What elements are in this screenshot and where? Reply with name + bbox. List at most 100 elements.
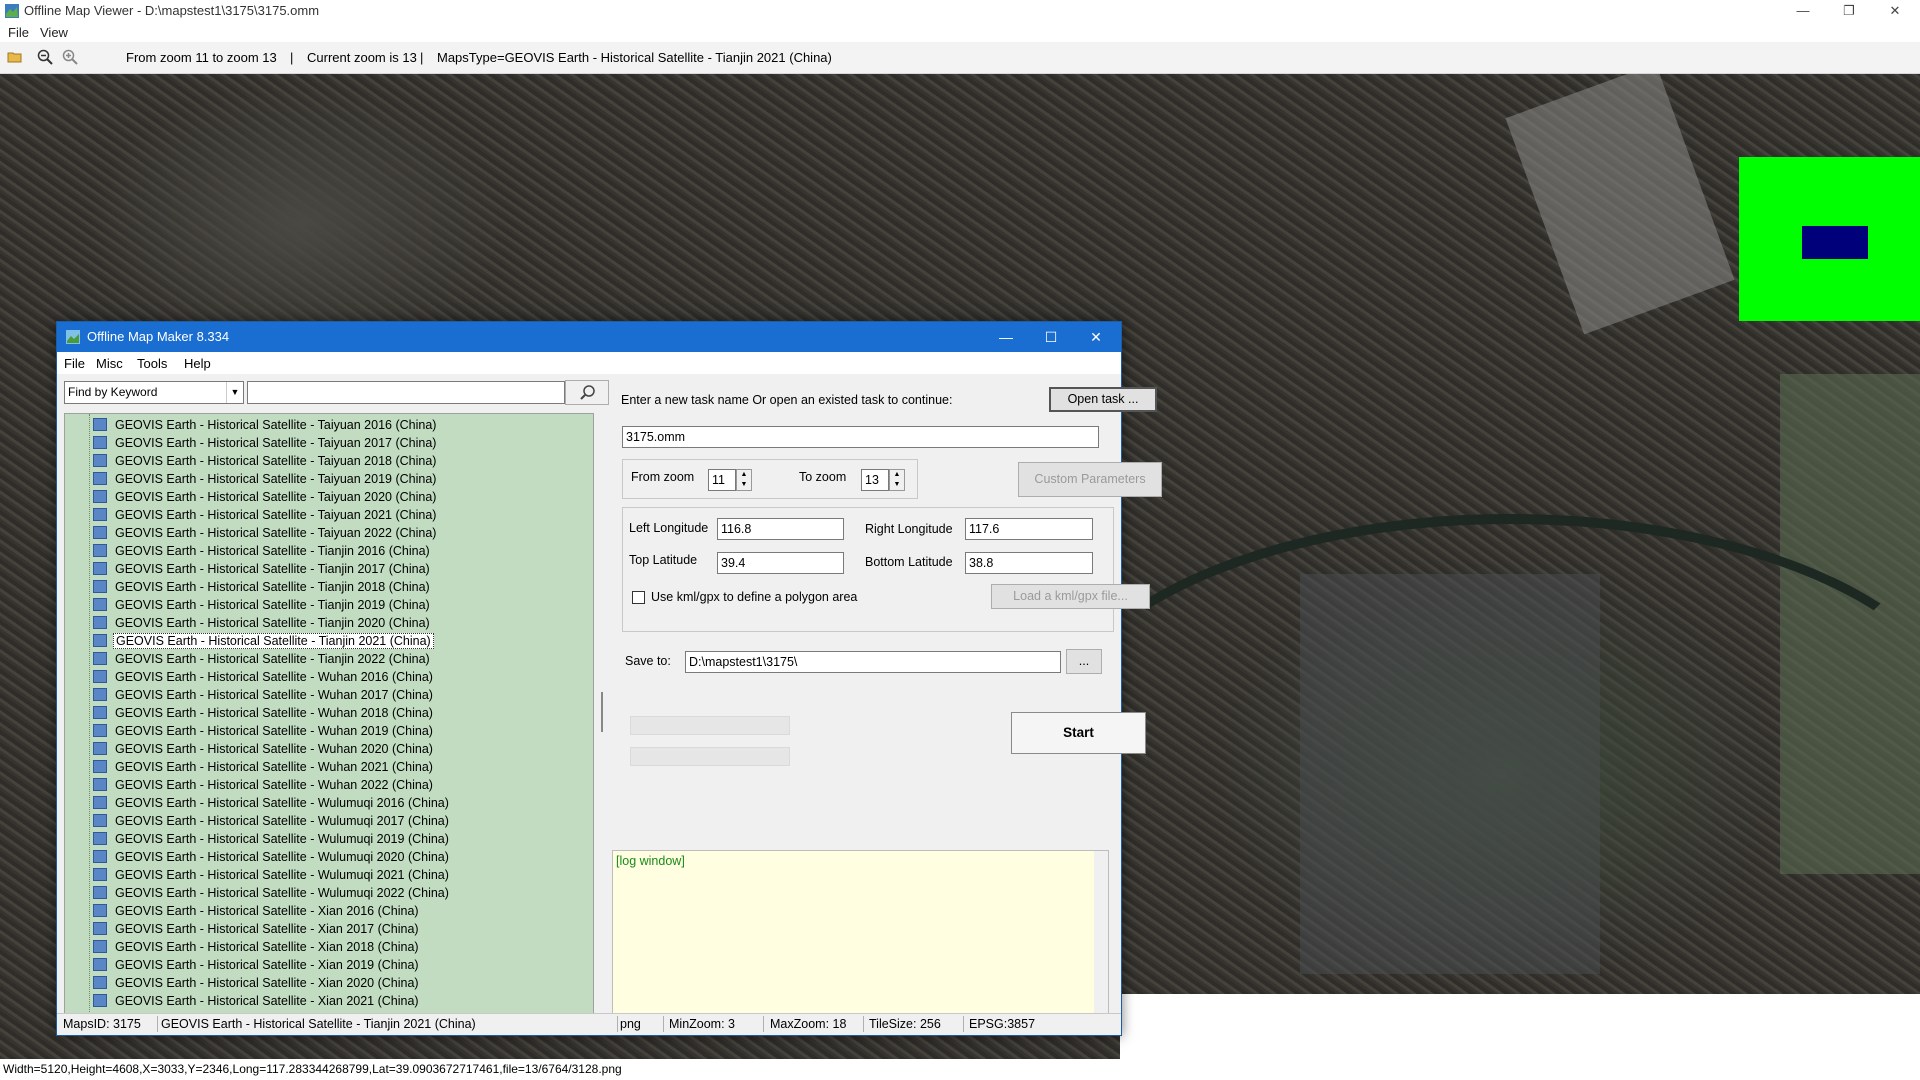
log-window[interactable]: [log window] — [612, 850, 1109, 1023]
save-to-input[interactable]: D:\mapstest1\3175\ — [685, 651, 1061, 673]
load-kml-button[interactable]: Load a kml/gpx file... — [991, 584, 1150, 609]
tree-item[interactable]: GEOVIS Earth - Historical Satellite - Ta… — [93, 436, 438, 453]
menu-help[interactable]: Help — [184, 356, 211, 371]
tree-item[interactable]: GEOVIS Earth - Historical Satellite - Ti… — [93, 580, 432, 597]
open-task-button[interactable]: Open task ... — [1049, 387, 1157, 412]
overview-minimap[interactable] — [1739, 157, 1920, 321]
maps-tree-list[interactable]: GEOVIS Earth - Historical Satellite - Ta… — [64, 413, 594, 1019]
tree-item[interactable]: GEOVIS Earth - Historical Satellite - Wu… — [93, 760, 435, 777]
tree-item[interactable]: GEOVIS Earth - Historical Satellite - Xi… — [93, 958, 421, 975]
tree-item-label: GEOVIS Earth - Historical Satellite - Ta… — [115, 508, 437, 522]
viewer-title-bar: Offline Map Viewer - D:\mapstest1\3175\3… — [0, 0, 1920, 22]
from-zoom-spinner[interactable]: ▲ ▼ — [736, 469, 752, 491]
menu-tools[interactable]: Tools — [137, 356, 167, 371]
open-folder-icon[interactable] — [7, 49, 23, 65]
browse-button[interactable]: ... — [1066, 649, 1102, 674]
tree-item-label: GEOVIS Earth - Historical Satellite - Ta… — [115, 490, 437, 504]
tree-item[interactable]: GEOVIS Earth - Historical Satellite - Ta… — [93, 508, 438, 525]
dialog-minimize-button[interactable]: — — [984, 322, 1028, 352]
top-latitude-input[interactable]: 39.4 — [717, 552, 844, 574]
to-zoom-input[interactable]: 13 — [861, 469, 889, 491]
task-name-value: 3175.omm — [626, 430, 686, 444]
menu-file[interactable]: File — [64, 356, 85, 371]
left-longitude-input[interactable]: 116.8 — [717, 518, 844, 540]
tree-item[interactable]: GEOVIS Earth - Historical Satellite - Ti… — [93, 544, 432, 561]
tree-item[interactable]: GEOVIS Earth - Historical Satellite - Xi… — [93, 904, 421, 921]
zoom-out-icon[interactable] — [37, 49, 53, 65]
tree-item[interactable]: GEOVIS Earth - Historical Satellite - Xi… — [93, 940, 421, 957]
task-panel: Enter a new task name Or open an existed… — [609, 374, 1162, 1026]
tree-item[interactable]: GEOVIS Earth - Historical Satellite - Ti… — [93, 652, 432, 669]
zoom-in-icon[interactable] — [62, 49, 78, 65]
map-layer-icon — [93, 508, 107, 521]
tree-item-label: GEOVIS Earth - Historical Satellite - Ta… — [115, 472, 437, 486]
minimize-button[interactable]: — — [1780, 0, 1826, 22]
tree-item[interactable]: GEOVIS Earth - Historical Satellite - Ti… — [93, 598, 432, 615]
search-button[interactable] — [565, 380, 609, 405]
tree-item[interactable]: GEOVIS Earth - Historical Satellite - Xi… — [93, 922, 421, 939]
tree-item[interactable]: GEOVIS Earth - Historical Satellite - Ta… — [93, 526, 438, 543]
tree-item-label: GEOVIS Earth - Historical Satellite - Xi… — [115, 940, 419, 954]
status-divider — [157, 1016, 158, 1032]
menu-file[interactable]: File — [8, 25, 29, 40]
tree-item[interactable]: GEOVIS Earth - Historical Satellite - Ta… — [93, 454, 438, 471]
restore-button[interactable]: ❐ — [1826, 0, 1872, 22]
to-zoom-spinner[interactable]: ▲ ▼ — [889, 469, 905, 491]
chevron-down-icon[interactable]: ▼ — [226, 382, 243, 403]
task-name-input[interactable]: 3175.omm — [622, 426, 1099, 448]
tree-item[interactable]: GEOVIS Earth - Historical Satellite - Wu… — [93, 778, 435, 795]
tree-item[interactable]: GEOVIS Earth - Historical Satellite - Wu… — [93, 796, 451, 813]
map-layer-icon — [93, 490, 107, 503]
tree-item[interactable]: GEOVIS Earth - Historical Satellite - Wu… — [93, 724, 435, 741]
dialog-title-bar[interactable]: Offline Map Maker 8.334 — ☐ ✕ — [57, 322, 1121, 352]
bottom-latitude-input[interactable]: 38.8 — [965, 552, 1093, 574]
tree-item-label: GEOVIS Earth - Historical Satellite - Wu… — [115, 760, 433, 774]
tree-item-label: GEOVIS Earth - Historical Satellite - Wu… — [115, 796, 449, 810]
tree-item[interactable]: GEOVIS Earth - Historical Satellite - Ti… — [93, 616, 432, 633]
kml-polygon-checkbox[interactable] — [632, 591, 645, 604]
search-input[interactable] — [247, 381, 565, 404]
tree-item[interactable]: GEOVIS Earth - Historical Satellite - Ta… — [93, 472, 438, 489]
save-to-label: Save to: — [625, 654, 671, 668]
tree-item[interactable]: GEOVIS Earth - Historical Satellite - Ta… — [93, 418, 438, 435]
close-button[interactable]: ✕ — [1872, 0, 1918, 22]
tree-item[interactable]: GEOVIS Earth - Historical Satellite - Wu… — [93, 688, 435, 705]
minimap-viewport-rect[interactable] — [1802, 226, 1868, 259]
map-layer-icon — [93, 904, 107, 917]
tree-item[interactable]: GEOVIS Earth - Historical Satellite - Wu… — [93, 832, 451, 849]
tree-item[interactable]: GEOVIS Earth - Historical Satellite - Ti… — [93, 633, 434, 651]
tree-item[interactable]: GEOVIS Earth - Historical Satellite - Wu… — [93, 868, 451, 885]
tree-item[interactable]: GEOVIS Earth - Historical Satellite - Wu… — [93, 706, 435, 723]
tree-item[interactable]: GEOVIS Earth - Historical Satellite - Wu… — [93, 886, 451, 903]
menu-view[interactable]: View — [40, 25, 68, 40]
custom-parameters-button[interactable]: Custom Parameters — [1018, 462, 1162, 497]
search-mode-select[interactable]: Find by Keyword ▼ — [64, 381, 244, 404]
pane-splitter[interactable] — [601, 692, 603, 732]
dialog-close-button[interactable]: ✕ — [1074, 322, 1118, 352]
from-zoom-value: 11 — [712, 473, 725, 487]
tree-item[interactable]: GEOVIS Earth - Historical Satellite - Wu… — [93, 850, 451, 867]
viewer-toolbar: From zoom 11 to zoom 13 | Current zoom i… — [0, 42, 1920, 74]
tree-item[interactable]: GEOVIS Earth - Historical Satellite - Ta… — [93, 490, 438, 507]
dialog-maximize-button[interactable]: ☐ — [1029, 322, 1073, 352]
zoom-range-text: From zoom 11 to zoom 13 — [126, 50, 277, 65]
tree-item-label: GEOVIS Earth - Historical Satellite - Wu… — [115, 688, 433, 702]
map-layer-icon — [93, 724, 107, 737]
maps-type-text: MapsType=GEOVIS Earth - Historical Satel… — [437, 50, 832, 65]
start-button[interactable]: Start — [1011, 712, 1146, 754]
from-zoom-input[interactable]: 11 — [708, 469, 736, 491]
tree-item[interactable]: GEOVIS Earth - Historical Satellite - Wu… — [93, 814, 451, 831]
log-scrollbar[interactable] — [1094, 851, 1108, 1022]
status-tile-size: TileSize: 256 — [869, 1017, 941, 1031]
menu-misc[interactable]: Misc — [96, 356, 123, 371]
tree-item[interactable]: GEOVIS Earth - Historical Satellite - Wu… — [93, 670, 435, 687]
right-longitude-value: 117.6 — [969, 522, 1000, 536]
tree-item[interactable]: GEOVIS Earth - Historical Satellite - Wu… — [93, 742, 435, 759]
tree-item[interactable]: GEOVIS Earth - Historical Satellite - Ti… — [93, 562, 432, 579]
map-layer-icon — [93, 976, 107, 989]
tree-item[interactable]: GEOVIS Earth - Historical Satellite - Xi… — [93, 994, 421, 1011]
status-epsg: EPSG:3857 — [969, 1017, 1036, 1031]
map-layer-icon — [93, 580, 107, 593]
tree-item[interactable]: GEOVIS Earth - Historical Satellite - Xi… — [93, 976, 421, 993]
right-longitude-input[interactable]: 117.6 — [965, 518, 1093, 540]
